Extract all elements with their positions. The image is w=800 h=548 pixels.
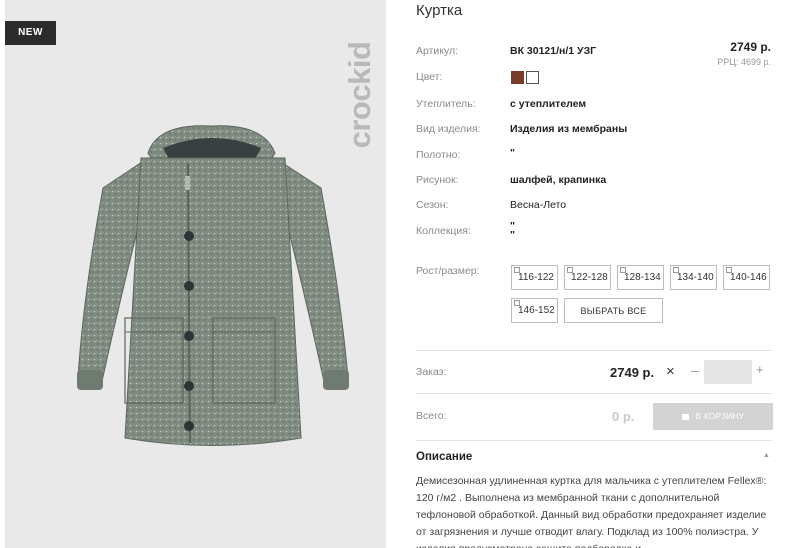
size-option-140-146[interactable]: 140-146	[723, 265, 770, 290]
size-option-134-140[interactable]: 134-140	[670, 265, 717, 290]
total-label: Всего:	[416, 410, 447, 422]
quantity-input[interactable]	[704, 360, 752, 384]
attr-label-season: Сезон:	[416, 199, 449, 211]
chevron-up-icon[interactable]: ▲	[763, 452, 770, 459]
attr-value-season: Весна-Лето	[510, 199, 567, 211]
attr-value-fabric: "	[510, 147, 515, 159]
attr-label-article: Артикул:	[416, 45, 459, 57]
attr-label-fabric: Полотно:	[416, 149, 461, 161]
description-text: Демисезонная удлиненная куртка для мальч…	[416, 475, 767, 548]
color-swatch-brown[interactable]	[511, 71, 524, 84]
description-title[interactable]: Описание	[416, 451, 472, 463]
attr-label-color: Цвет:	[416, 71, 443, 83]
attr-value-article: ВК 30121/н/1 УЗГ	[510, 45, 597, 57]
attr-value-type: Изделия из мембраны	[510, 123, 628, 135]
order-price: 2749 р.	[610, 365, 655, 380]
order-label: Заказ:	[416, 366, 447, 378]
sizes-label: Рост/размер:	[416, 265, 480, 277]
attr-label-insulation: Утеплитель:	[416, 98, 476, 110]
add-to-cart-button[interactable]: В КОРЗИНУ	[653, 403, 773, 430]
attr-label-type: Вид изделия:	[416, 123, 481, 135]
multiply-icon: ×	[666, 363, 675, 380]
attr-value-insulation: с утеплителем	[510, 98, 587, 110]
divider	[416, 350, 772, 351]
product-photo-jacket[interactable]	[63, 118, 363, 463]
product-title: Куртка	[416, 2, 463, 19]
product-rrp: РРЦ: 4699 р.	[717, 57, 771, 67]
size-option-128-134[interactable]: 128-134	[617, 265, 664, 290]
attr-value-pattern: шалфей, крапинка	[510, 174, 607, 186]
shopping-bag-icon	[681, 414, 689, 420]
new-badge: NEW	[5, 21, 56, 45]
total-value: 0 р.	[612, 409, 635, 424]
attr-label-pattern: Рисунок:	[416, 174, 459, 186]
product-price: 2749 р.	[730, 40, 771, 54]
divider	[416, 393, 772, 394]
size-option-122-128[interactable]: 122-128	[564, 265, 611, 290]
add-to-cart-label: В КОРЗИНУ	[695, 412, 745, 421]
product-info: Куртка Артикул: ВК 30121/н/1 УЗГ 2749 р.…	[416, 0, 776, 548]
product-image-panel: NEW crockid	[5, 0, 386, 548]
select-all-sizes-button[interactable]: ВЫБРАТЬ ВСЕ	[564, 298, 663, 323]
quantity-decrement-button[interactable]: –	[691, 362, 699, 378]
color-swatch-white[interactable]	[526, 71, 539, 84]
size-option-116-122[interactable]: 116-122	[511, 265, 558, 290]
attr-label-collection: Коллекция:	[416, 225, 471, 237]
size-option-146-152[interactable]: 146-152	[511, 298, 558, 323]
attr-value-collection: " "	[510, 220, 515, 241]
quantity-increment-button[interactable]: +	[756, 362, 764, 377]
divider	[416, 440, 772, 441]
